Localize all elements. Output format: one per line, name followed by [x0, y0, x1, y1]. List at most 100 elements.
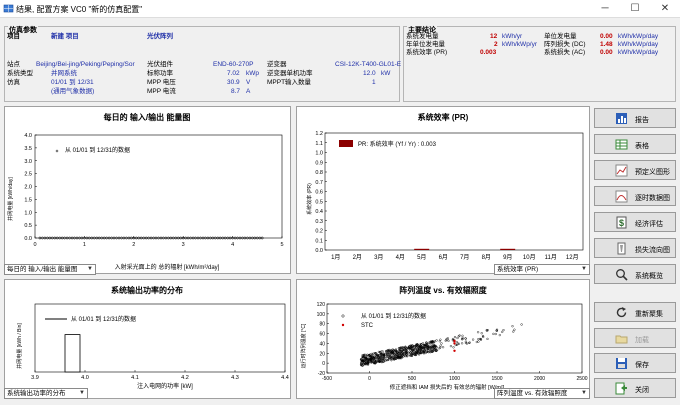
specific-prod-label: 年单位发电量	[406, 41, 445, 48]
table-button-label: 表格	[635, 143, 649, 150]
refresh-button[interactable]: 重新聚集	[594, 302, 676, 322]
chart3-legend: 从 01/01 到 12/31的数据	[71, 315, 136, 323]
chart4-legend-marker-1	[341, 314, 345, 318]
refresh-icon	[616, 307, 627, 318]
project-label: 项目	[7, 33, 20, 40]
chart4-point	[452, 346, 455, 349]
chart4-point	[494, 332, 497, 336]
pr-chart: 系统效率 (PR) 系统效率 (PR) PR: 系统效率 (Yf / Yr) :…	[306, 112, 584, 261]
chart3-xtick: 4.4	[281, 375, 289, 381]
chart4-xtick: 2500	[576, 376, 587, 382]
chart3-ylabel: 并网电量 [kWh / Bin]	[16, 323, 23, 369]
unit-prod-value: 0.00	[600, 33, 613, 40]
overview-button-label: 系统概览	[635, 273, 663, 280]
chart2-xtick: 2月	[353, 254, 362, 261]
chart2-ytick: 0.1	[315, 238, 323, 244]
table-button[interactable]: 表格	[594, 134, 676, 154]
chart4-point	[468, 341, 471, 344]
chart2-plot-frame	[324, 132, 584, 251]
chart4-selector[interactable]: 阵列温度 vs. 有效辐照度 ▼	[494, 388, 590, 399]
system-type-label: 系统类型	[7, 70, 33, 77]
chart2-ytick: 1.0	[315, 151, 323, 157]
project-value: 新建 项目	[51, 33, 79, 40]
chart4-point	[444, 339, 447, 342]
chart1-xtick: 1	[83, 242, 86, 248]
chart1-ytick: 1.5	[24, 197, 32, 203]
save-icon	[616, 358, 627, 369]
inverter-label: 逆变器	[267, 61, 287, 68]
chart4-point	[439, 344, 442, 347]
chart4-xtick: 500	[408, 376, 417, 382]
nominal-power-label: 标称功率	[147, 70, 173, 77]
economic-icon: $	[616, 216, 627, 229]
sys-loss-value: 0.00	[600, 49, 613, 56]
chart1-xtick: 4	[231, 242, 234, 248]
chart2-xtick: 12月	[566, 254, 579, 261]
daily-io-chart: 每日的 输入/输出 能量图 并网电量 [kWh/day] 入射采光面上的 总的辐…	[7, 112, 284, 271]
hourly-graph-button[interactable]: 逐时数据图	[594, 186, 676, 206]
sys-prod-unit: kWh/yr	[502, 33, 523, 40]
chart2-selector[interactable]: 系统效率 (PR) ▼	[494, 264, 590, 275]
chart2-ytick: 0.3	[315, 219, 323, 225]
close-window-button[interactable]: ✕	[650, 0, 680, 18]
chart4-xtick: 2000	[534, 376, 545, 382]
chart3-xlabel: 注入电网的功率 [kW]	[137, 382, 193, 390]
chart1-selector-value: 每日的 输入/输出 能量图	[7, 266, 78, 273]
load-button[interactable]: 加载	[594, 328, 676, 348]
load-icon	[615, 335, 628, 344]
chart4-point	[513, 328, 516, 331]
chart3-title: 系统输出功率的分布	[111, 285, 183, 295]
chart2-xtick: 11月	[545, 254, 557, 261]
chart2-ytick: 1.1	[315, 141, 323, 147]
chart3-selector[interactable]: 系统输出功率的分布 ▼	[4, 388, 88, 399]
chart1-selector[interactable]: 每日的 输入/输出 能量图 ▼	[4, 264, 96, 275]
chart1-ytick: 2.5	[24, 172, 32, 178]
chart4-point	[498, 333, 501, 337]
chart2-ytick: 0.2	[315, 229, 323, 235]
chart4-xlabel: 修正遮挡和 IAM 损失后的 有效总的辐射 [W/m²]	[390, 383, 505, 391]
chart2-ytick: 0.7	[315, 180, 323, 186]
report-button[interactable]: 报告	[594, 108, 676, 128]
chart2-ytick: 0.9	[315, 160, 323, 166]
save-button[interactable]: 保存	[594, 353, 676, 373]
inverter-value: CSI-12K-T400-GL01-E	[335, 61, 402, 68]
predefined-graphs-button[interactable]: 预定义图形	[594, 160, 676, 180]
loss-diagram-button[interactable]: 损失流向图	[594, 238, 676, 258]
chart2-ytick: 0.8	[315, 170, 323, 176]
chart3-xtick: 4.0	[81, 375, 89, 381]
title-bar: 结果, 配置方案 VC0 "新的仿真配置" ─ ☐ ✕	[0, 0, 680, 18]
chart2-xtick: 10月	[523, 254, 536, 261]
chart2-xtick: 3月	[374, 254, 383, 261]
report-button-label: 报告	[635, 117, 649, 124]
maximize-button[interactable]: ☐	[620, 0, 650, 18]
hourly-graph-icon	[615, 190, 628, 203]
chart4-point	[486, 337, 489, 340]
close-exit-button-label: 关闭	[635, 387, 649, 394]
chart2-legend: PR: 系统效率 (Yf / Yr) : 0.003	[358, 140, 437, 148]
chart4-point	[445, 338, 448, 341]
chart1-xtick: 0	[33, 242, 36, 248]
chart2-xtick: 9月	[503, 254, 512, 261]
close-exit-button[interactable]: 关闭	[594, 378, 676, 398]
chart4-stc-point	[453, 339, 456, 343]
chart4-xtick: -500	[322, 376, 332, 382]
chart4-ytick: 40	[319, 341, 325, 347]
chart4-ytick: 60	[319, 332, 325, 338]
pr-value: 0.003	[480, 49, 497, 56]
chart4-point	[447, 339, 450, 342]
minimize-button[interactable]: ─	[590, 0, 620, 18]
power-dist-chart-panel: 系统输出功率的分布 并网电量 [kWh / Bin] 注入电网的功率 [kW] …	[4, 279, 291, 399]
chart2-legend-swatch	[339, 140, 353, 147]
chart2-xtick: 6月	[439, 254, 448, 261]
overview-button[interactable]: 系统概览	[594, 264, 676, 284]
hourly-graph-button-label: 逐时数据图	[635, 195, 670, 202]
temp-irr-chart: 阵列温度 vs. 有效辐照度 运行时阵列温度 [°C] 修正遮挡和 IAM 损失…	[300, 285, 588, 391]
inv-unit-power-value: 12.0	[363, 70, 376, 77]
chart4-stc-point	[453, 349, 456, 352]
chart4-point	[453, 335, 457, 339]
chart1-legend: 从 01/01 到 12/31的数据	[65, 146, 130, 154]
chart2-ylabel: 系统效率 (PR)	[306, 183, 313, 215]
chart3-xtick: 4.2	[181, 375, 189, 381]
economic-button[interactable]: $ 经济评估	[594, 212, 676, 232]
mpp-voltage-unit: V	[246, 79, 251, 86]
